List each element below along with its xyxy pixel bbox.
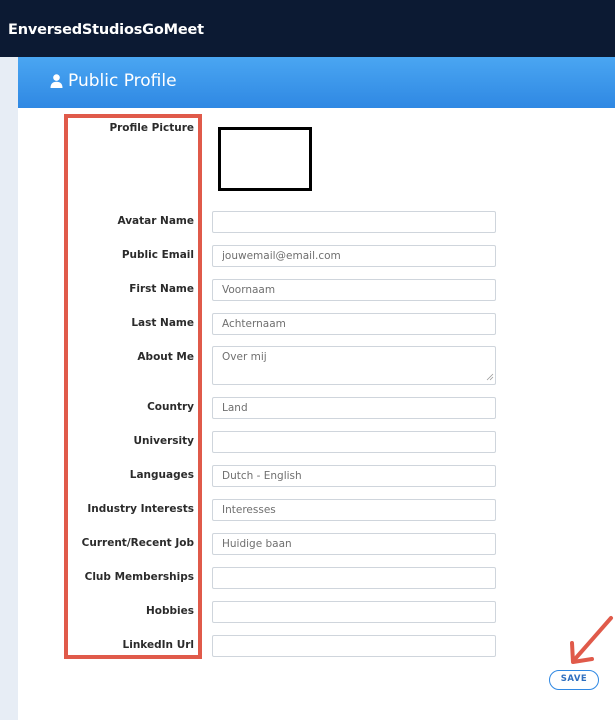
labels-highlight-box	[64, 114, 202, 659]
save-button[interactable]: SAVE	[549, 670, 599, 690]
university-input[interactable]	[212, 431, 496, 453]
annotation-arrow-icon	[570, 616, 613, 664]
languages-input[interactable]	[212, 465, 496, 487]
avatar-name-input[interactable]	[212, 211, 496, 233]
user-icon	[50, 74, 63, 88]
profile-picture-box[interactable]	[218, 127, 312, 191]
country-input[interactable]	[212, 397, 496, 419]
section-title-row: Public Profile	[50, 71, 177, 91]
about-me-textarea[interactable]	[212, 346, 496, 385]
resize-grip-icon[interactable]	[486, 373, 494, 381]
current-recent-job-input[interactable]	[212, 533, 496, 555]
public-profile-header: Public Profile	[18, 57, 615, 108]
linkedin-url-input[interactable]	[212, 635, 496, 657]
hobbies-input[interactable]	[212, 601, 496, 623]
public-email-input[interactable]	[212, 245, 496, 267]
last-name-input[interactable]	[212, 313, 496, 335]
top-navbar: EnversedStudiosGoMeet	[0, 0, 615, 57]
app-title[interactable]: EnversedStudiosGoMeet	[8, 22, 204, 38]
industry-interests-input[interactable]	[212, 499, 496, 521]
section-title: Public Profile	[68, 71, 177, 91]
left-sidebar-strip	[0, 57, 18, 720]
first-name-input[interactable]	[212, 279, 496, 301]
club-memberships-input[interactable]	[212, 567, 496, 589]
